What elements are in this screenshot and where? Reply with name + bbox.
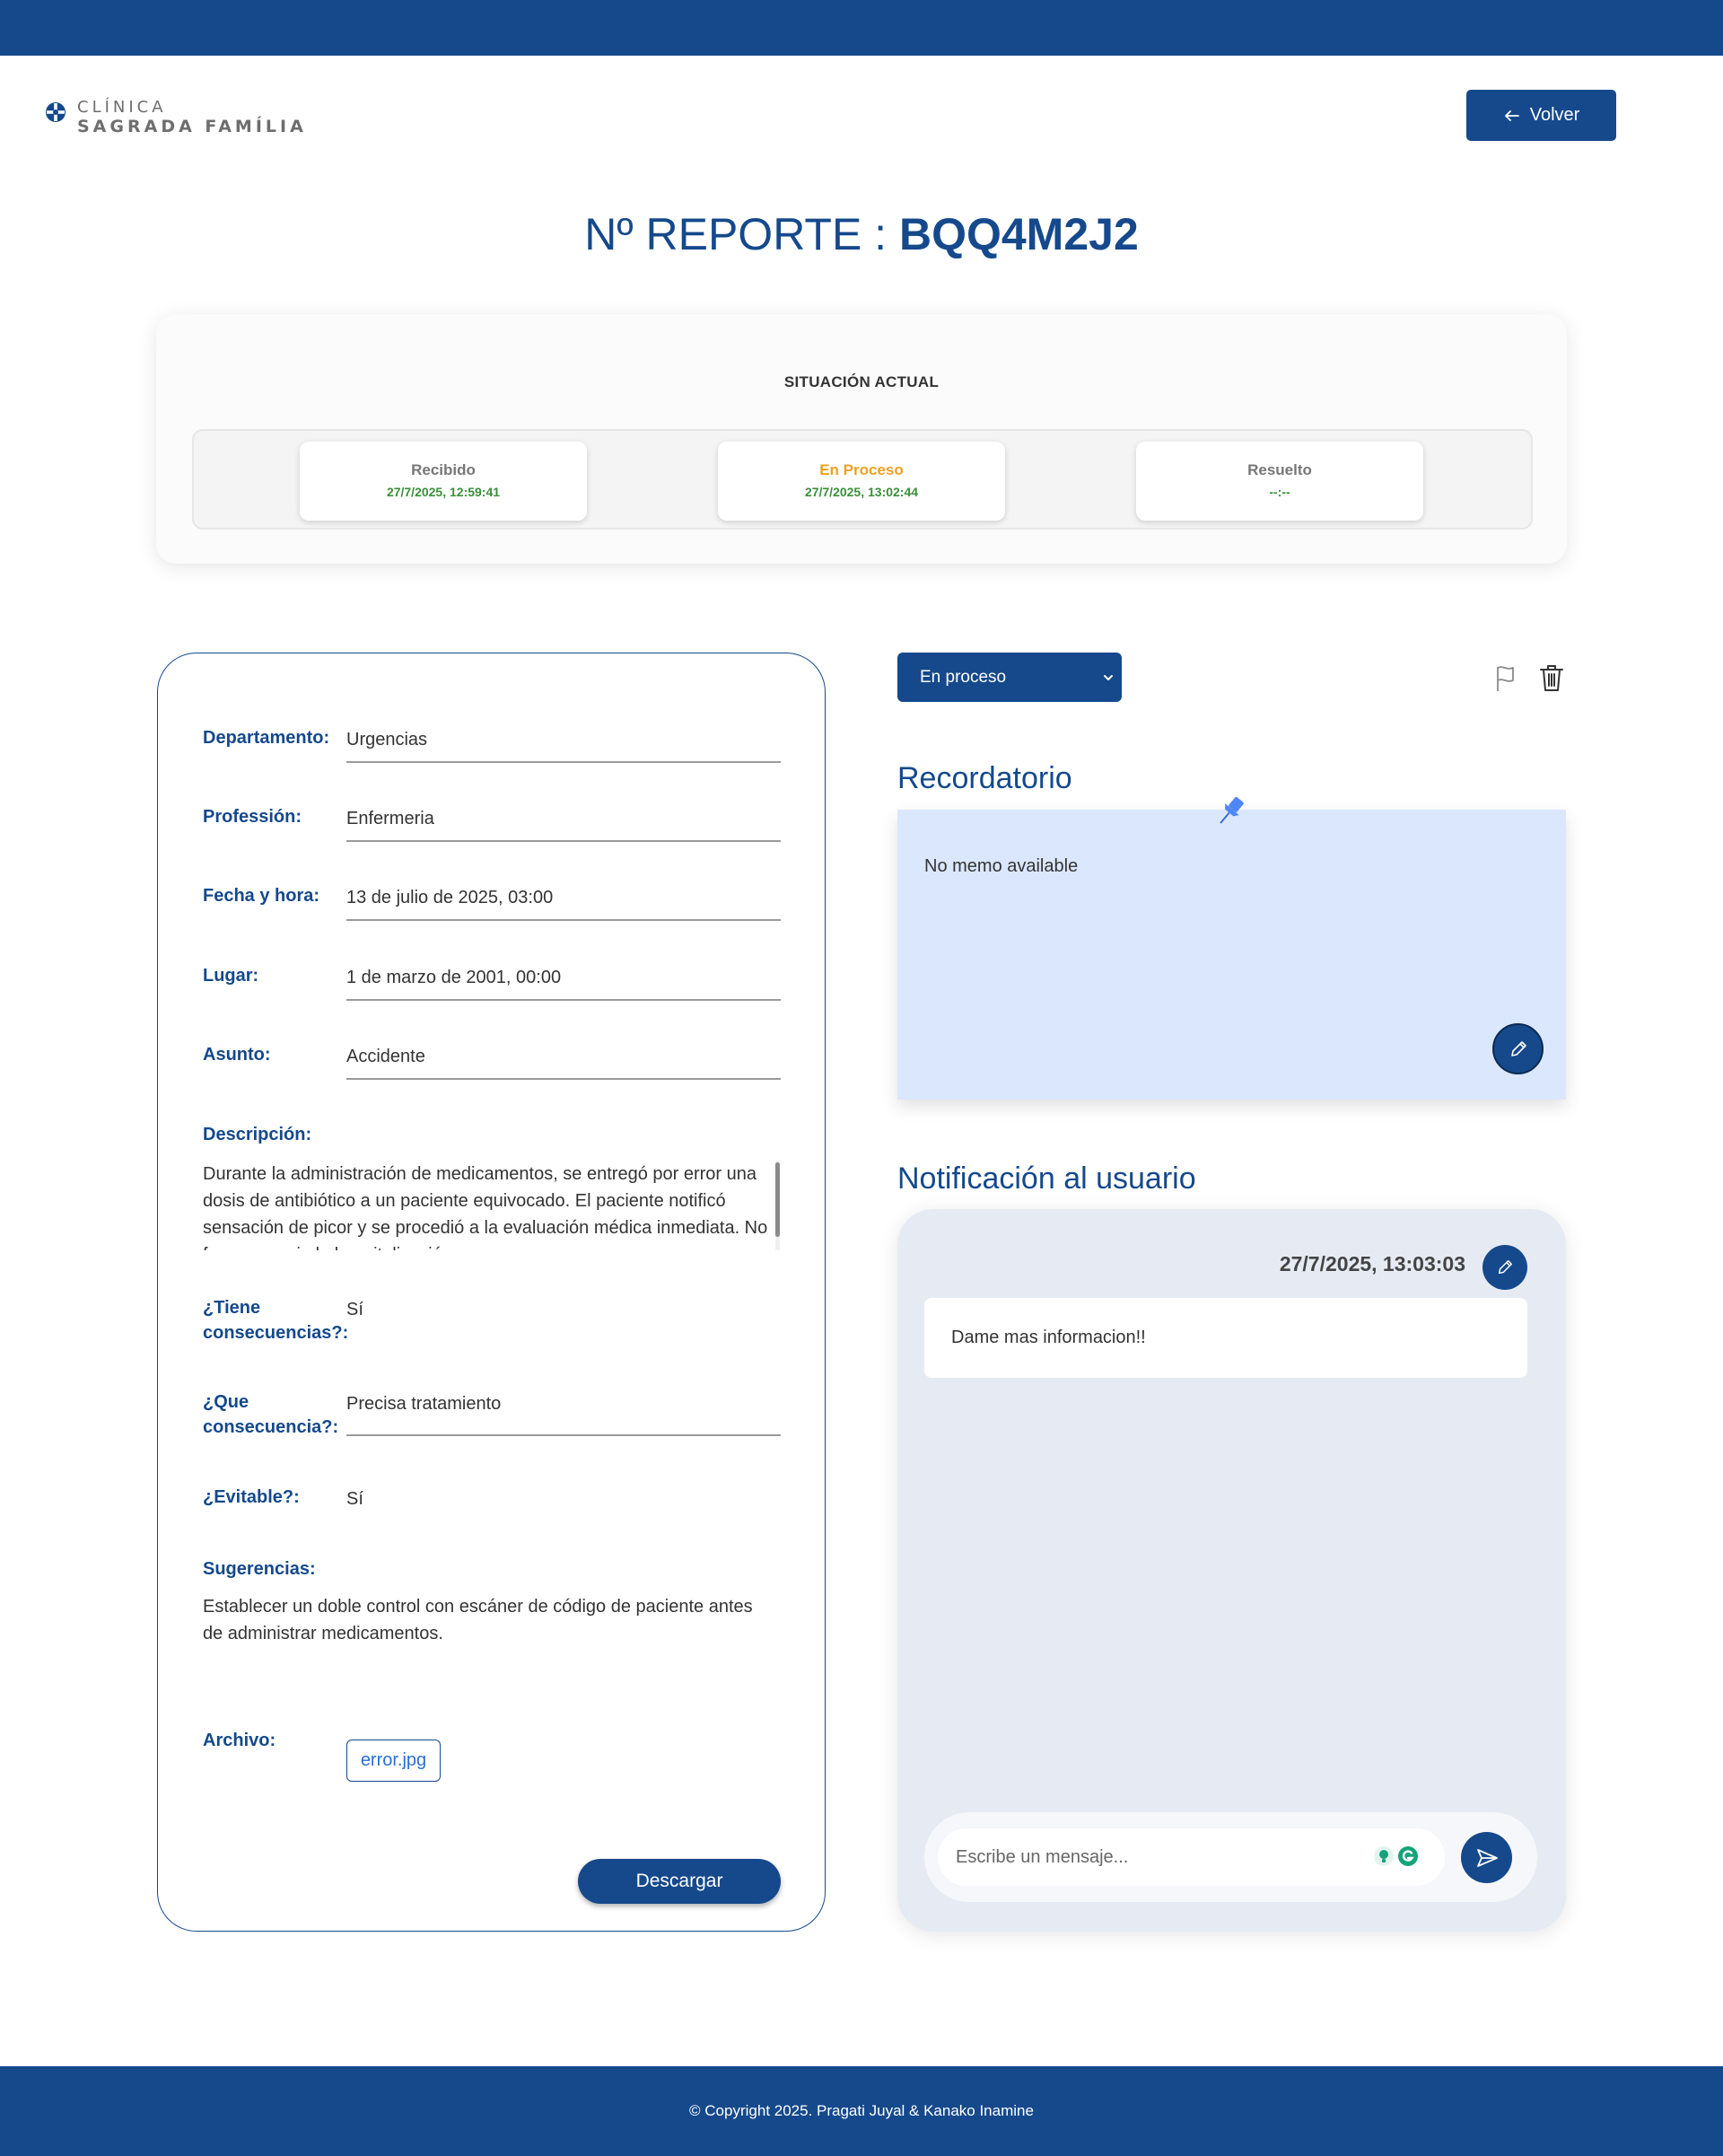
clinic-logo-icon bbox=[46, 102, 66, 122]
status-select[interactable]: En proceso bbox=[897, 653, 1122, 702]
status-step-resuelto: Resuelto --:-- bbox=[1136, 442, 1423, 521]
back-button-label: Volver bbox=[1529, 105, 1580, 125]
field-label: Fecha y hora: bbox=[203, 886, 320, 906]
field-label: Asunto: bbox=[203, 1045, 271, 1065]
description-scrollbar-thumb[interactable] bbox=[775, 1162, 780, 1237]
field-label: Departamento: bbox=[203, 728, 330, 748]
grammarly-icon[interactable] bbox=[1397, 1845, 1419, 1867]
grammar-extension-icons[interactable] bbox=[1373, 1845, 1419, 1867]
status-step-date: --:-- bbox=[1269, 485, 1290, 499]
field-value: 13 de julio de 2025, 03:00 bbox=[346, 888, 554, 907]
status-title: SITUACIÓN ACTUAL bbox=[783, 373, 940, 390]
status-step-recibido: Recibido 27/7/2025, 12:59:41 bbox=[300, 442, 587, 521]
pencil-icon bbox=[1498, 1260, 1512, 1275]
logo-line-2: SAGRADA FAMÍLIA bbox=[77, 116, 307, 136]
memo-edit-button[interactable] bbox=[1492, 1023, 1544, 1074]
field-value: Accidente bbox=[346, 1047, 425, 1066]
notification-date: 27/7/2025, 13:03:03 bbox=[1279, 1252, 1465, 1275]
notification-edit-button[interactable] bbox=[1482, 1245, 1527, 1290]
arrow-left-icon bbox=[1504, 110, 1519, 121]
field-label: Sugerencias: bbox=[203, 1559, 316, 1579]
footer-copyright: © Copyright 2025. Pragati Juyal & Kanako… bbox=[689, 2102, 1034, 2119]
pin-icon bbox=[1220, 796, 1244, 824]
status-step-label: Resuelto bbox=[1247, 461, 1312, 478]
page-title: Nº REPORTE : BQQ4M2J2 bbox=[0, 208, 1723, 260]
top-bar bbox=[0, 0, 1723, 56]
field-value: Urgencias bbox=[346, 730, 428, 749]
field-label: ¿Evitable?: bbox=[203, 1487, 300, 1507]
status-card: SITUACIÓN ACTUAL Recibido 27/7/2025, 12:… bbox=[156, 314, 1567, 564]
field-label: ¿Que consecuencia?: bbox=[203, 1392, 339, 1437]
status-select-value: En proceso bbox=[920, 667, 1007, 687]
description-scrollbar[interactable] bbox=[775, 1161, 780, 1250]
field-label: Lugar: bbox=[203, 966, 259, 986]
send-icon bbox=[1476, 1848, 1498, 1867]
memo-note: No memo available bbox=[897, 810, 1566, 1100]
status-step-en-proceso: En Proceso 27/7/2025, 13:02:44 bbox=[718, 442, 1005, 521]
message-composer bbox=[924, 1812, 1537, 1902]
field-underline bbox=[346, 919, 781, 921]
report-number-label: Nº REPORTE : bbox=[584, 209, 888, 259]
notification-title: Notificación al usuario bbox=[897, 1161, 1196, 1196]
memo-text: No memo available bbox=[924, 856, 1079, 876]
field-value: Enfermeria bbox=[346, 809, 434, 828]
field-label: Professión: bbox=[203, 807, 302, 827]
description-text[interactable]: Durante la administración de medicamento… bbox=[203, 1161, 768, 1250]
status-step-date: 27/7/2025, 12:59:41 bbox=[386, 485, 501, 499]
field-underline bbox=[346, 1078, 781, 1080]
clinic-logo[interactable]: CLÍNICA SAGRADA FAMÍLIA bbox=[45, 98, 307, 137]
status-step-label: En Proceso bbox=[819, 461, 904, 478]
field-underline bbox=[346, 999, 781, 1001]
field-underline bbox=[346, 840, 781, 842]
attachment-file-link[interactable]: error.jpg bbox=[346, 1740, 441, 1782]
chevron-down-icon bbox=[1104, 675, 1113, 680]
message-input[interactable] bbox=[938, 1828, 1445, 1886]
status-steps: Recibido 27/7/2025, 12:59:41 En Proceso … bbox=[192, 429, 1533, 530]
field-value: Sí bbox=[346, 1300, 363, 1319]
back-button[interactable]: Volver bbox=[1466, 90, 1616, 141]
field-label: ¿Tiene consecuencias?: bbox=[203, 1298, 349, 1343]
field-value: Precisa tratamiento bbox=[346, 1394, 502, 1414]
download-button[interactable]: Descargar bbox=[578, 1859, 781, 1904]
notification-panel: 27/7/2025, 13:03:03 Dame mas informacion… bbox=[897, 1209, 1566, 1932]
suggestions-text: Establecer un doble control con escáner … bbox=[203, 1597, 753, 1643]
field-value: Sí bbox=[346, 1489, 363, 1509]
clinic-logo-text: CLÍNICA SAGRADA FAMÍLIA bbox=[77, 98, 307, 137]
field-underline bbox=[346, 1434, 781, 1436]
logo-line-1: CLÍNICA bbox=[77, 98, 167, 117]
notification-message: Dame mas informacion!! bbox=[924, 1298, 1527, 1378]
report-details-card: Departamento: Urgencias Professión: Enfe… bbox=[157, 653, 826, 1932]
field-label: Archivo: bbox=[203, 1731, 276, 1750]
report-number-code: BQQ4M2J2 bbox=[898, 209, 1139, 259]
send-button[interactable] bbox=[1461, 1832, 1512, 1883]
flag-icon[interactable] bbox=[1494, 664, 1521, 693]
field-label: Descripción: bbox=[203, 1125, 312, 1144]
pencil-icon bbox=[1510, 1040, 1526, 1056]
footer: © Copyright 2025. Pragati Juyal & Kanako… bbox=[0, 2066, 1723, 2156]
memo-title: Recordatorio bbox=[897, 761, 1072, 795]
field-value: 1 de marzo de 2001, 00:00 bbox=[346, 968, 562, 987]
status-step-date: 27/7/2025, 13:02:44 bbox=[804, 485, 919, 499]
trash-icon[interactable] bbox=[1538, 663, 1565, 693]
status-step-label: Recibido bbox=[411, 461, 476, 478]
field-underline bbox=[346, 761, 781, 763]
lightbulb-icon[interactable] bbox=[1373, 1845, 1395, 1867]
